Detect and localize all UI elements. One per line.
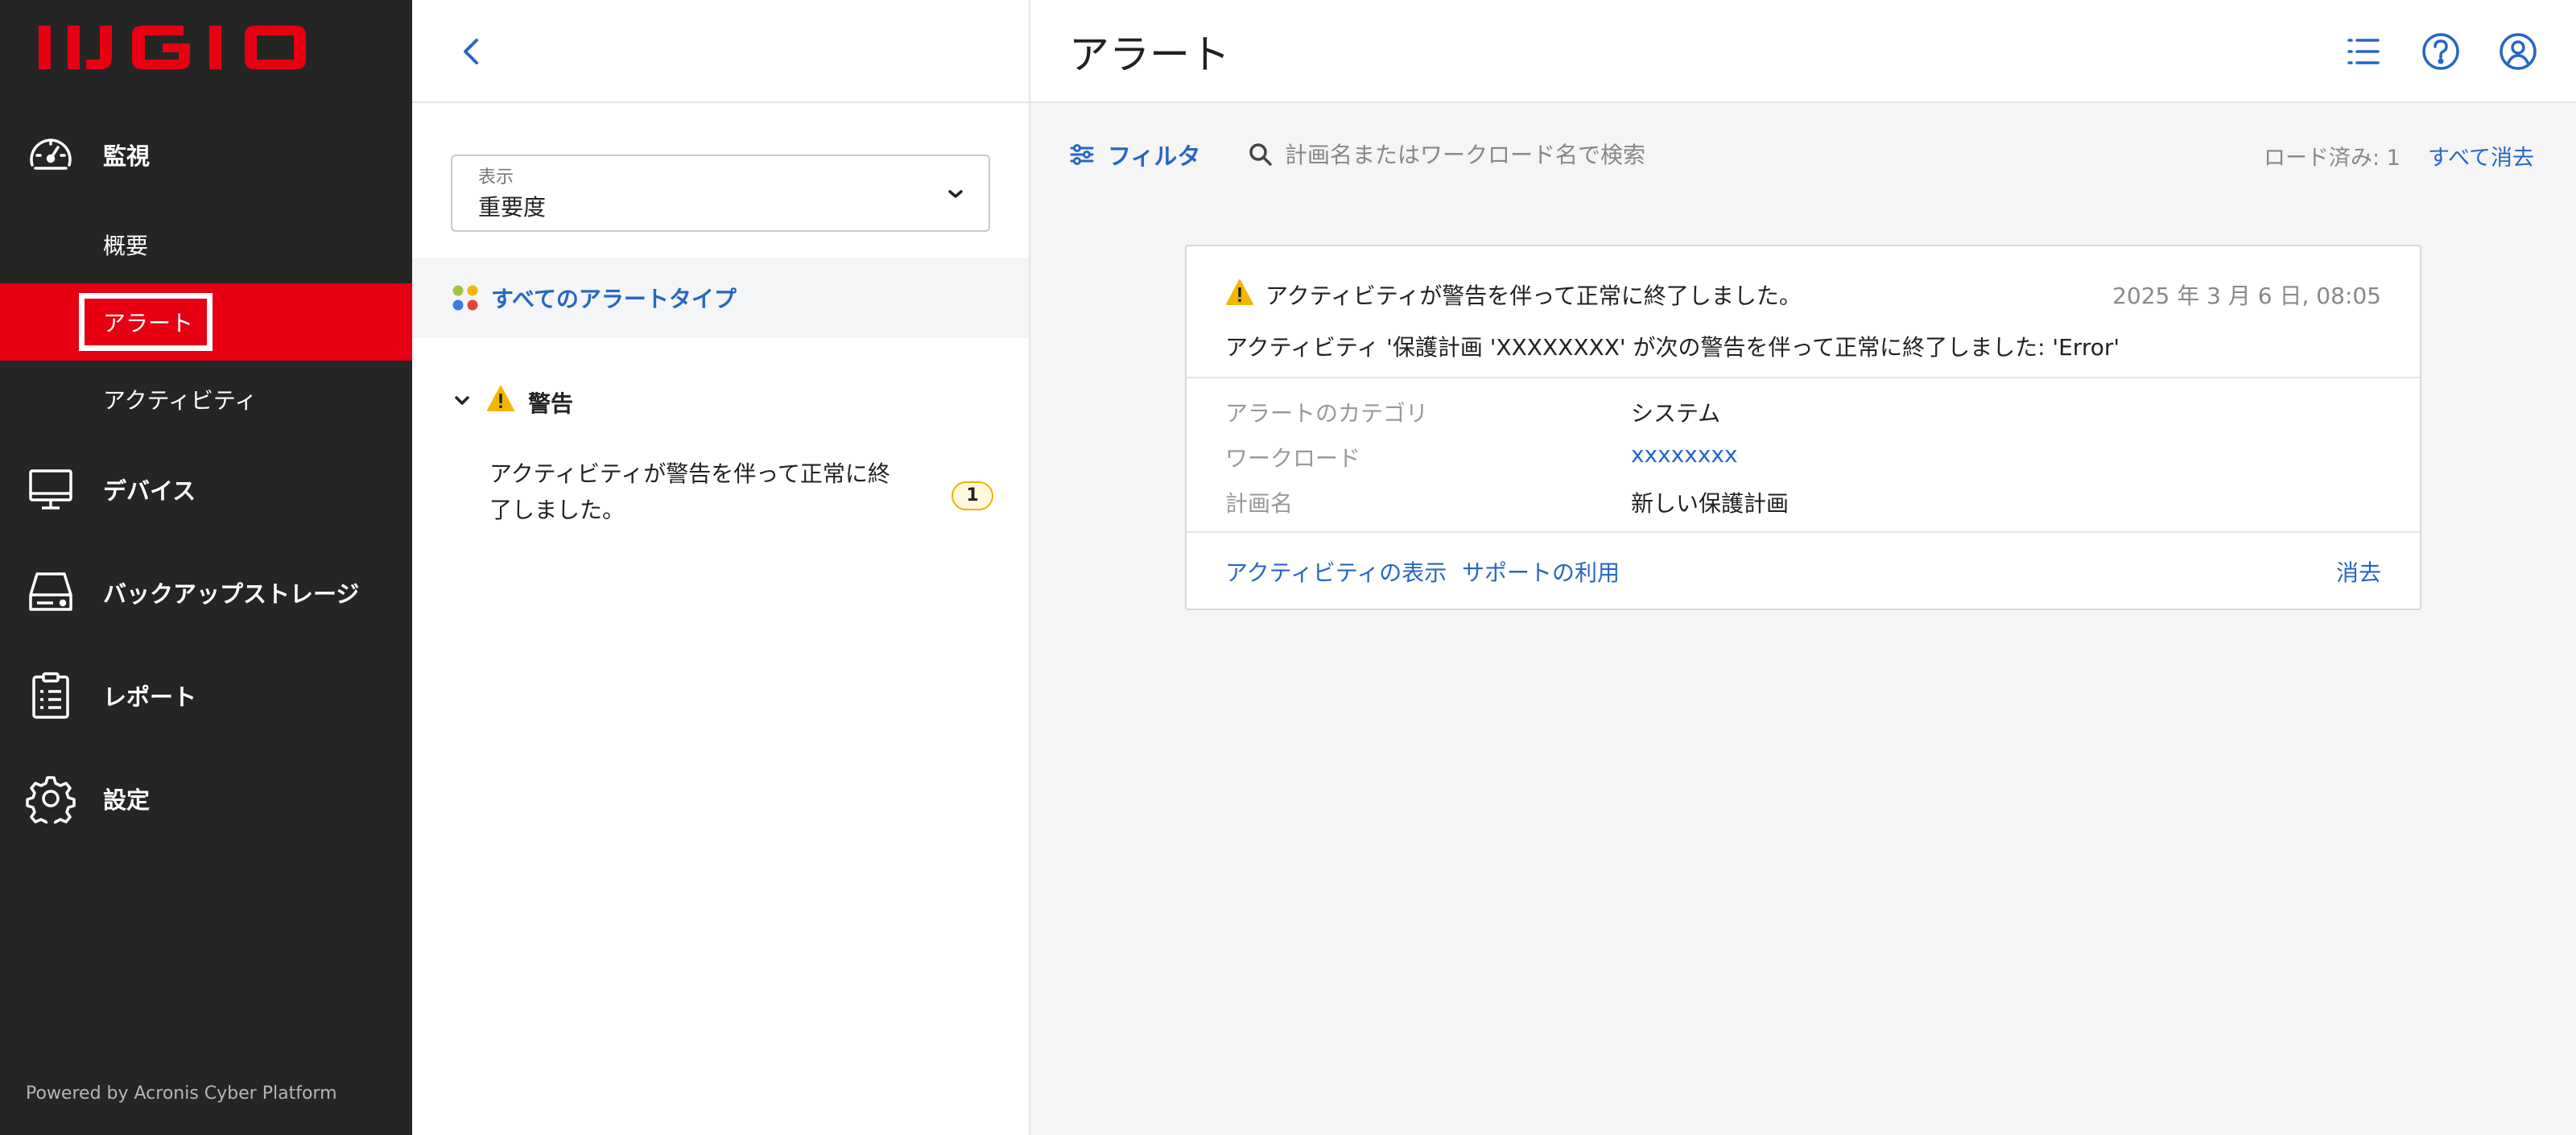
nav-settings[interactable]: 設定: [0, 773, 412, 824]
sliders-icon: [1070, 144, 1094, 165]
nav-reports-label: レポート: [103, 683, 197, 711]
alert-card: アクティビティが警告を伴って正常に終了しました。 2025 年 3 月 6 日,…: [1185, 245, 2421, 610]
alert-date: 2025 年 3 月 6 日, 08:05: [2112, 283, 2381, 309]
nav-monitoring-label: 監視: [103, 142, 151, 170]
chevron-down-icon: [948, 190, 963, 198]
filter-button[interactable]: フィルタ: [1069, 137, 1200, 172]
help-icon[interactable]: [2420, 31, 2462, 72]
field-value-category: システム: [1631, 400, 1721, 427]
nav-backup-storage-label: バックアップストレージ: [103, 580, 360, 608]
search-icon: [1249, 143, 1272, 166]
iij-gio-logo[interactable]: [39, 26, 353, 69]
alert-types-panel: 表示 重要度 すべてのアラートタイプ 警告 アクティビティが警告を伴って正常に終…: [412, 0, 1030, 1135]
color-dots-icon: [452, 285, 478, 311]
warning-group-toggle[interactable]: 警告: [412, 377, 1029, 425]
sidebar-item-alerts-label: アラート: [103, 310, 194, 336]
sidebar-item-activities[interactable]: アクティビティ: [0, 361, 412, 438]
monitor-icon: [29, 469, 72, 510]
back-arrow-icon[interactable]: [451, 31, 493, 72]
sidebar-item-alerts[interactable]: アラート: [0, 283, 412, 361]
loaded-count: ロード済み: 1: [2264, 146, 2401, 171]
nav-devices-label: デバイス: [103, 477, 196, 505]
search-bar: [1248, 137, 1843, 172]
field-key-category: アラートのカテゴリ: [1225, 400, 1429, 427]
divider: [1187, 377, 2420, 378]
user-account-icon[interactable]: [2497, 31, 2539, 72]
gauge-icon: [30, 138, 72, 170]
dismiss-link[interactable]: 消去: [2336, 555, 2381, 588]
page-title: アラート: [1069, 31, 1230, 78]
view-select-caption: 表示: [478, 167, 514, 188]
warning-group-label: 警告: [528, 390, 574, 417]
chevron-down-icon: [455, 396, 469, 405]
clipboard-icon: [32, 672, 69, 719]
gear-icon: [26, 776, 76, 823]
view-select-value: 重要度: [478, 194, 547, 221]
all-alert-types[interactable]: すべてのアラートタイプ: [412, 258, 1029, 338]
count-badge: 1: [952, 481, 993, 510]
sidebar: 監視 概要 アラート アクティビティ デバイス バックアップストレージ レポート…: [0, 0, 412, 1135]
nav-monitoring[interactable]: 監視: [0, 129, 412, 180]
sidebar-item-overview[interactable]: 概要: [0, 206, 412, 283]
nav-devices[interactable]: デバイス: [0, 464, 412, 515]
all-alert-types-label: すべてのアラートタイプ: [491, 286, 737, 312]
alert-description: アクティビティ '保護計画 'XXXXXXXX' が次の警告を伴って正常に終了し…: [1225, 334, 2120, 361]
main-header: アラート: [1030, 0, 2576, 103]
field-value-plan: 新しい保護計画: [1631, 490, 1790, 517]
field-key-plan: 計画名: [1225, 490, 1294, 517]
workload-link[interactable]: xxxxxxxx: [1631, 441, 1738, 468]
nav-backup-storage[interactable]: バックアップストレージ: [0, 567, 412, 618]
filter-label: フィルタ: [1108, 142, 1201, 170]
sidebar-item-activities-label: アクティビティ: [103, 387, 258, 414]
get-support-link[interactable]: サポートの利用: [1462, 555, 1620, 588]
view-select[interactable]: 表示 重要度: [451, 155, 990, 232]
powered-by: Powered by Acronis Cyber Platform: [26, 1083, 337, 1104]
warning-icon: [487, 386, 514, 411]
nav-reports[interactable]: レポート: [0, 670, 412, 721]
clear-all-button[interactable]: すべて消去: [2428, 140, 2534, 171]
nav-settings-label: 設定: [103, 786, 151, 814]
list-icon[interactable]: [2343, 31, 2384, 72]
panel-header: [412, 0, 1029, 103]
alert-type-item[interactable]: アクティビティが警告を伴って正常に終了しました。: [489, 456, 908, 528]
drive-icon: [29, 572, 72, 611]
alert-title: アクティビティが警告を伴って正常に終了しました。: [1265, 283, 1802, 309]
view-activity-link[interactable]: アクティビティの表示: [1225, 555, 1447, 588]
sidebar-item-overview-label: 概要: [103, 233, 149, 259]
divider: [1187, 531, 2420, 533]
search-input[interactable]: [1285, 137, 1832, 172]
warning-icon: [1226, 279, 1253, 305]
field-key-workload: ワークロード: [1225, 445, 1361, 472]
